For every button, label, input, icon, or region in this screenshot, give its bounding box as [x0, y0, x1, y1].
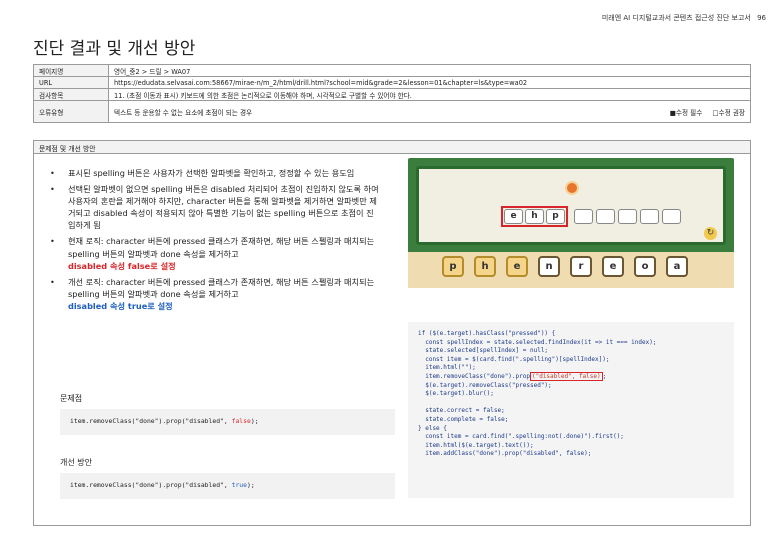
bullet-problem: 선택된 알파벳이 없으면 spelling 버튼은 disabled 처리되어 …	[50, 183, 380, 231]
spelling-slot-empty[interactable]	[662, 209, 681, 224]
code-line: item.addClass("done").prop("disabled", f…	[418, 450, 592, 458]
character-button[interactable]: e	[602, 256, 624, 277]
character-button[interactable]: n	[538, 256, 560, 277]
error-type-label: 오류유형	[33, 100, 109, 123]
check-label: 검사항목	[33, 88, 109, 101]
issue-bullets: 표시된 spelling 버튼은 사용자가 선택한 알파벳을 확인하고, 정정할…	[50, 167, 380, 316]
speaker-icon[interactable]	[565, 181, 579, 195]
code-screenshot: if ($(e.target).hasClass("pressed")) { c…	[408, 322, 734, 498]
code-highlight: ("disabled", false)	[529, 371, 603, 381]
check-value: 11. (초점 이동과 표시) 키보드에 의한 초점은 논리적으로 이동해야 하…	[108, 88, 751, 101]
character-button[interactable]: a	[666, 256, 688, 277]
code-line: const spellIndex = state.selected.findIn…	[418, 338, 657, 346]
character-button[interactable]: h	[474, 256, 496, 277]
character-button[interactable]: p	[442, 256, 464, 277]
code-line: $(e.target).removeClass("pressed");	[418, 381, 552, 389]
current-logic-text: 현재 로직: character 버튼에 pressed 클래스가 존재하면, …	[68, 236, 375, 259]
code-line: $(e.target).blur();	[418, 390, 494, 398]
improve-code: item.removeClass("done").prop("disabled"…	[60, 473, 395, 499]
recommended-fix-label: □수정 권장	[712, 108, 745, 117]
spelling-slot[interactable]: h	[525, 209, 544, 224]
improved-logic-text: 개선 로직: character 버튼에 pressed 클래스가 존재하면, …	[68, 276, 375, 299]
game-screenshot: e h p ↻ p h e n r e o a	[408, 158, 734, 288]
character-button[interactable]: o	[634, 256, 656, 277]
bullet-purpose: 표시된 spelling 버튼은 사용자가 선택한 알파벳을 확인하고, 정정할…	[50, 167, 380, 179]
current-logic-emphasis: disabled 속성 false로 설정	[68, 260, 176, 271]
issue-section: 문제점 및 개선 방안 표시된 spelling 버튼은 사용자가 선택한 알파…	[33, 140, 751, 526]
improve-code-suffix: );	[247, 481, 255, 489]
code-line: state.correct = false;	[418, 407, 505, 415]
spelling-slots: e h p	[501, 206, 681, 227]
bullet-current-logic: 현재 로직: character 버튼에 pressed 클래스가 존재하면, …	[50, 235, 380, 271]
required-fix-label: ■수정 필수	[669, 108, 703, 117]
spelling-slot-empty[interactable]	[618, 209, 637, 224]
code-line: item.html($(e.target).text());	[418, 441, 534, 449]
code-line: ;	[602, 372, 607, 380]
problem-code-value: false	[231, 417, 251, 425]
improve-code-prefix: item.removeClass("done").prop("disabled"…	[70, 481, 232, 489]
info-table: 페이지명 영어_중2 > 드릴 > WA07 URL https://eduda…	[33, 64, 751, 123]
page-name-label: 페이지명	[33, 64, 109, 77]
error-type-cell: 텍스트 등 운용할 수 없는 요소에 초점이 되는 경우 ■수정 필수 □수정 …	[108, 100, 751, 123]
page-title: 진단 결과 및 개선 방안	[33, 39, 196, 59]
spelling-slot[interactable]: p	[546, 209, 565, 224]
url-label: URL	[33, 76, 109, 89]
code-line: if ($(e.target).hasClass("pressed")) {	[418, 330, 556, 337]
url-value: https://edudata.selvasai.com:58667/mirae…	[108, 76, 751, 89]
code-line: const item = card.find(".spelling:not(.d…	[418, 433, 624, 441]
code-line: state.complete = false;	[418, 415, 509, 423]
improve-label: 개선 방안	[60, 458, 92, 467]
code-line: item.html("");	[418, 364, 476, 372]
spelling-highlight: e h p	[501, 206, 568, 227]
spelling-slot-empty[interactable]	[596, 209, 615, 224]
character-buttons: p h e n r e o a	[442, 256, 688, 277]
error-type-value: 텍스트 등 운용할 수 없는 요소에 초점이 되는 경우	[114, 108, 253, 117]
problem-code-suffix: );	[250, 417, 259, 425]
page-number: 96	[757, 14, 766, 22]
improved-logic-emphasis: disabled 속성 true로 설정	[68, 300, 173, 311]
code-line: state.selected[spellIndex] = null;	[418, 347, 549, 355]
section-title: 문제점 및 개선 방안	[34, 141, 750, 154]
code-line: item.removeClass("done").prop	[418, 372, 530, 380]
spelling-slot[interactable]: e	[504, 209, 523, 224]
problem-label: 문제점	[60, 394, 83, 403]
page-name-value: 영어_중2 > 드릴 > WA07	[108, 64, 751, 77]
problem-code-prefix: item.removeClass("done").prop("disabled"…	[70, 417, 232, 425]
severity-options: ■수정 필수 □수정 권장	[662, 107, 745, 117]
bullet-improved-logic: 개선 로직: character 버튼에 pressed 클래스가 존재하면, …	[50, 276, 380, 312]
code-line: } else {	[418, 424, 447, 432]
reset-icon[interactable]: ↻	[704, 227, 717, 240]
spelling-slot-empty[interactable]	[574, 209, 593, 224]
report-header: 미래엔 AI 디지털교과서 콘텐츠 접근성 진단 보고서 96	[602, 13, 766, 23]
character-button[interactable]: e	[506, 256, 528, 277]
problem-code: item.removeClass("done").prop("disabled"…	[60, 409, 395, 435]
game-board: e h p ↻	[416, 166, 726, 245]
report-title: 미래엔 AI 디지털교과서 콘텐츠 접근성 진단 보고서	[601, 14, 751, 22]
improve-code-value: true	[231, 481, 247, 489]
code-line: const item = $(card.find(".spelling")[sp…	[418, 355, 610, 363]
character-button[interactable]: r	[570, 256, 592, 277]
spelling-slot-empty[interactable]	[640, 209, 659, 224]
